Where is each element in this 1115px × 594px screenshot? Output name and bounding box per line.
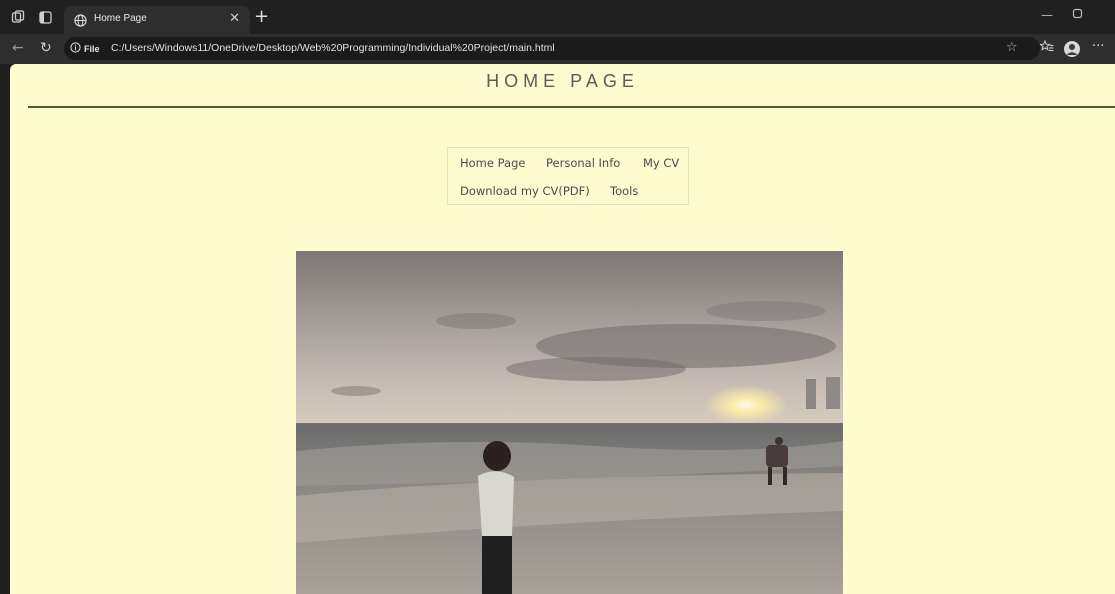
- tab-strip: Home Page ✕ + —: [0, 0, 1115, 34]
- nav-menu: Home Page Personal Info My CV Download m…: [447, 147, 689, 205]
- address-bar: ← ↻ File C:/Users/Windows11/OneDrive/Des…: [0, 34, 1115, 64]
- back-icon[interactable]: ←: [12, 40, 24, 56]
- workspaces-icon[interactable]: [9, 8, 27, 26]
- nav-link-my-cv[interactable]: My CV: [643, 156, 679, 170]
- nav-link-personal-info[interactable]: Personal Info: [546, 156, 620, 170]
- close-icon[interactable]: ✕: [229, 11, 240, 26]
- page-title: HOME PAGE: [486, 71, 639, 91]
- info-icon: [70, 42, 81, 55]
- tab-actions-icon[interactable]: [36, 8, 54, 26]
- star-icon[interactable]: ☆: [1006, 40, 1018, 55]
- page-viewport: HOME PAGE Home Page Personal Info My CV …: [10, 64, 1115, 594]
- favorites-icon[interactable]: [1039, 39, 1054, 56]
- more-icon[interactable]: ···: [1092, 39, 1104, 54]
- globe-icon: [74, 12, 87, 31]
- maximize-icon[interactable]: [1072, 8, 1083, 22]
- beach-sunset-photo: [296, 251, 843, 594]
- minimize-icon[interactable]: —: [1041, 8, 1053, 22]
- nav-link-download-cv[interactable]: Download my CV(PDF): [460, 184, 590, 198]
- url-text[interactable]: C:/Users/Windows11/OneDrive/Desktop/Web%…: [111, 42, 555, 54]
- active-tab[interactable]: Home Page ✕: [64, 6, 250, 34]
- title-divider: [28, 106, 1115, 108]
- plus-icon[interactable]: +: [254, 6, 269, 27]
- site-info-chip[interactable]: File: [70, 41, 100, 56]
- refresh-icon[interactable]: ↻: [40, 40, 52, 56]
- profile-icon[interactable]: [1064, 41, 1080, 57]
- url-field[interactable]: File C:/Users/Windows11/OneDrive/Desktop…: [64, 37, 1040, 60]
- nav-link-home-page[interactable]: Home Page: [460, 156, 525, 170]
- protocol-label: File: [84, 43, 100, 54]
- tab-title: Home Page: [94, 13, 147, 24]
- nav-link-tools[interactable]: Tools: [610, 184, 638, 198]
